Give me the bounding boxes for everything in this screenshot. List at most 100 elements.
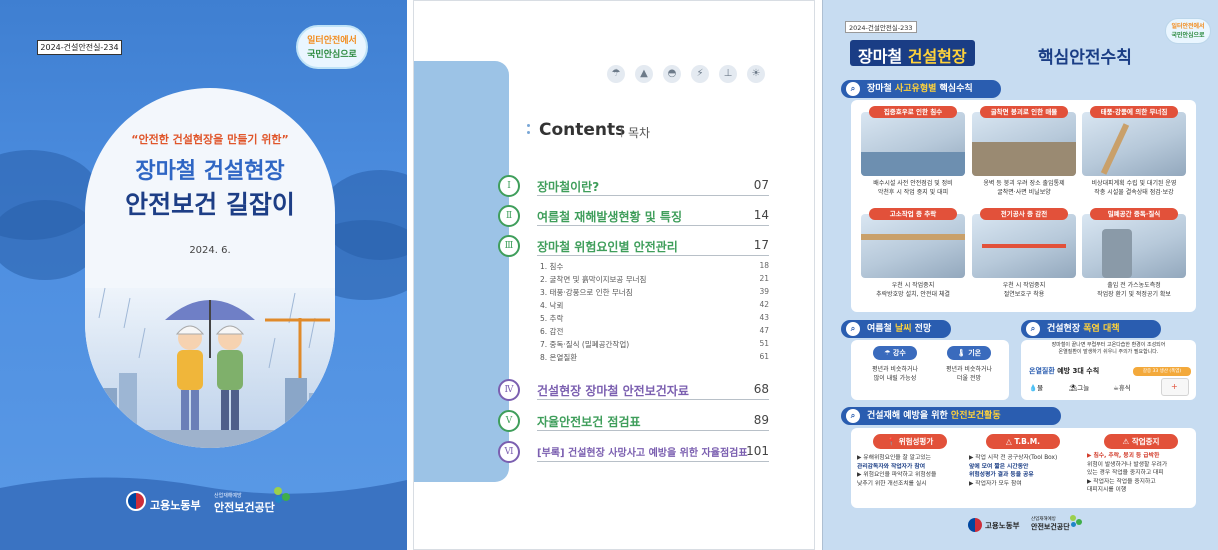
section-pre: 여름철 <box>867 324 895 334</box>
toc-section-label: [부록] 건설현장 사망사고 예방을 위한 자율점검표 <box>537 448 748 459</box>
toc-item[interactable]: 3. 태풍·강풍으로 인한 무너짐 39 <box>540 287 769 298</box>
section-highlight: 사고유형별 <box>894 84 937 94</box>
card-caption: 전기공사 중 감전 <box>980 208 1068 220</box>
toc-item-page: 18 <box>759 261 769 270</box>
heat-rule-highlight: 온열질환 <box>1029 367 1055 375</box>
word: 그늘 <box>1077 384 1090 392</box>
toc-item-page: 42 <box>759 300 769 309</box>
toc-section-1[interactable]: 장마철이란? 07 <box>537 178 769 195</box>
slogan-line-2: 국민안심으로 <box>1171 32 1205 39</box>
bullet-line: 있는 경우 작업을 중지하고 대피 <box>1087 470 1164 476</box>
card-desc-line: 배수시설 사전 안전점검 및 정비 <box>873 180 953 187</box>
toc-item-label: 2. 굴착면 및 흙막이지보공 무너짐 <box>540 275 647 284</box>
card-caption: 고소작업 중 추락 <box>869 208 957 220</box>
toc-item[interactable]: 4. 낙뢰 42 <box>540 300 769 311</box>
toc-section-label: 자율안전보건 점검표 <box>537 415 641 429</box>
card-caption: 집중호우로 인한 침수 <box>869 106 957 118</box>
accident-card: 집중호우로 인한 침수 배수시설 사전 안전점검 및 정비 악천후 시 작업 중지… <box>861 106 965 206</box>
toc-item-label: 7. 중독·질식 (밀폐공간작업) <box>540 340 630 349</box>
section-highlight: 날씨 <box>894 324 912 334</box>
card-desc-line: 굴착면·사면 비닐보양 <box>997 189 1051 196</box>
kosha-logo-icon <box>272 485 292 505</box>
toc-item-page: 21 <box>759 274 769 283</box>
org-kosha-small: 산업재해예방 <box>214 493 242 499</box>
toc-item[interactable]: 8. 온열질환 61 <box>540 352 769 363</box>
toc-item[interactable]: 7. 중독·질식 (밀폐공간작업) 51 <box>540 339 769 350</box>
search-icon: ⌕ <box>846 409 860 423</box>
toc-divider <box>537 461 769 462</box>
work-stop-header: ⚠ 작업중지 <box>1104 434 1178 449</box>
section-number: Ⅵ <box>498 441 520 463</box>
poster-slogan-badge: 일터안전에서 국민안심으로 <box>1165 18 1211 44</box>
toc-divider <box>537 195 769 196</box>
toc-section-label: 건설현장 장마철 안전보건자료 <box>537 384 689 398</box>
toc-section-5[interactable]: 자율안전보건 점검표 89 <box>537 413 769 430</box>
fall-scene-image <box>861 214 965 278</box>
section-pre: 건설현장 <box>1047 324 1084 334</box>
org-moel: 고용노동부 <box>150 499 201 512</box>
desc-line: 더울 전망 <box>957 375 981 382</box>
title-dot <box>527 124 530 127</box>
poster-title-a: 장마철 <box>858 47 908 66</box>
contents-title-ko: 목차 <box>628 126 651 140</box>
flood-scene-image <box>861 112 965 176</box>
section-header-accident-types: ⌕ 장마철 사고유형별 핵심수칙 <box>841 80 1001 98</box>
note-line: 온열질환이 발생하기 쉬우니 주의가 필요합니다. <box>1058 349 1159 355</box>
toc-divider <box>537 255 769 256</box>
section-pre: 장마철 <box>867 84 895 94</box>
title-separator: | <box>620 127 624 138</box>
toc-section-6[interactable]: [부록] 건설현장 사망사고 예방을 위한 자율점검표 101 <box>537 444 769 459</box>
workers-umbrella-illustration <box>85 287 335 448</box>
contents-page: ☂ ▲ ◓ ⚡ ⊥ ☀ Contents | 목차 Ⅰ 장마철이란? 07 Ⅱ … <box>413 0 815 550</box>
cover-title-line1: 장마철 건설현장 <box>135 159 285 184</box>
card-desc-line: 절연보호구 착용 <box>1003 291 1045 298</box>
ambulance-icon: + <box>1161 378 1189 396</box>
toc-section-3[interactable]: 장마철 위험요인별 안전관리 17 <box>537 238 769 255</box>
typhoon-collapse-image <box>1082 112 1186 176</box>
section-number: Ⅴ <box>498 410 520 432</box>
poster-title-b: 건설현장 <box>907 47 967 66</box>
document-id: 2024-건설안전실-234 <box>37 40 122 55</box>
card-desc-line: 옹벽 등 붕괴 우려 장소 출입통제 <box>983 180 1065 187</box>
card-desc-line: 작업장 환기 및 적정공기 확보 <box>1097 291 1171 298</box>
accident-card: 전기공사 중 감전 우천 시 작업중지 절연보호구 착용 <box>972 208 1076 308</box>
toc-item[interactable]: 5. 추락 43 <box>540 313 769 324</box>
toc-item[interactable]: 1. 침수 18 <box>540 261 769 272</box>
bullet-line: ▶ 작업자는 작업을 중지하고 <box>1087 478 1156 485</box>
tbm-header: △ T.B.M. <box>986 434 1060 449</box>
toc-divider <box>537 225 769 226</box>
accident-cards-panel: 집중호우로 인한 침수 배수시설 사전 안전점검 및 정비 악천후 시 작업 중지… <box>851 100 1196 312</box>
toc-page-number: 17 <box>753 238 769 252</box>
sun-icon: ☀ <box>747 65 765 83</box>
toc-item-page: 43 <box>759 313 769 322</box>
toc-section-label: 장마철이란? <box>537 180 600 194</box>
toc-item[interactable]: 2. 굴착면 및 흙막이지보공 무너짐 21 <box>540 274 769 285</box>
toc-page-number: 14 <box>753 208 769 222</box>
accident-card: 태풍·강풍에 의한 무너짐 비상대피계획 수립 및 대기된 운영 작충 시설물 결… <box>1082 106 1186 206</box>
accident-card: 고소작업 중 추락 우천 시 작업중지 추락방호망 설치, 안전대 체결 <box>861 208 965 308</box>
toc-divider <box>537 430 769 431</box>
contents-side-band <box>414 61 509 482</box>
bullet-line: ▶ 작업 시작 전 공구상자(Tool Box) <box>969 455 1058 461</box>
toc-item-label: 3. 태풍·강풍으로 인한 무너짐 <box>540 288 633 297</box>
section-number: Ⅱ <box>498 205 520 227</box>
toc-section-label: 여름철 재해발생현황 및 특징 <box>537 210 683 224</box>
toc-item[interactable]: 6. 감전 47 <box>540 326 769 337</box>
bullet-line: 관리감독자와 작업자가 참여 <box>857 463 926 470</box>
search-icon: ⌕ <box>846 82 860 96</box>
toc-section-2[interactable]: 여름철 재해발생현황 및 특징 14 <box>537 208 769 225</box>
toc-divider <box>537 399 769 400</box>
accident-card: 밀폐공간 중독·질식 출입 전 가스농도측정 작업장 환기 및 적정공기 확보 <box>1082 208 1186 308</box>
word: 휴식 <box>1118 384 1131 392</box>
contents-title: Contents <box>539 120 626 140</box>
toc-item-label: 1. 침수 <box>540 262 564 271</box>
card-description: 옹벽 등 붕괴 우려 장소 출입통제굴착면·사면 비닐보양 <box>972 179 1076 197</box>
toc-section-4[interactable]: 건설현장 장마철 안전보건자료 68 <box>537 382 769 399</box>
weather-panel: ☂ 강수 🌡 기온 평년과 비슷하거나 많이 내릴 가능성 평년과 비슷하거나 더울… <box>851 340 1009 400</box>
org-kosha: 안전보건공단 <box>214 501 275 514</box>
section-post: 전망 <box>911 324 932 334</box>
card-desc-line: 비상대피계획 수립 및 대기된 운영 <box>1091 180 1177 187</box>
section-header-weather: ⌕ 여름철 날씨 전망 <box>841 320 951 338</box>
card-description: 배수시설 사전 안전점검 및 정비 악천후 시 작업 중지 및 대피 <box>861 179 965 197</box>
heat-rule-title: 온열질환 예방 3대 수칙 <box>1029 366 1099 376</box>
